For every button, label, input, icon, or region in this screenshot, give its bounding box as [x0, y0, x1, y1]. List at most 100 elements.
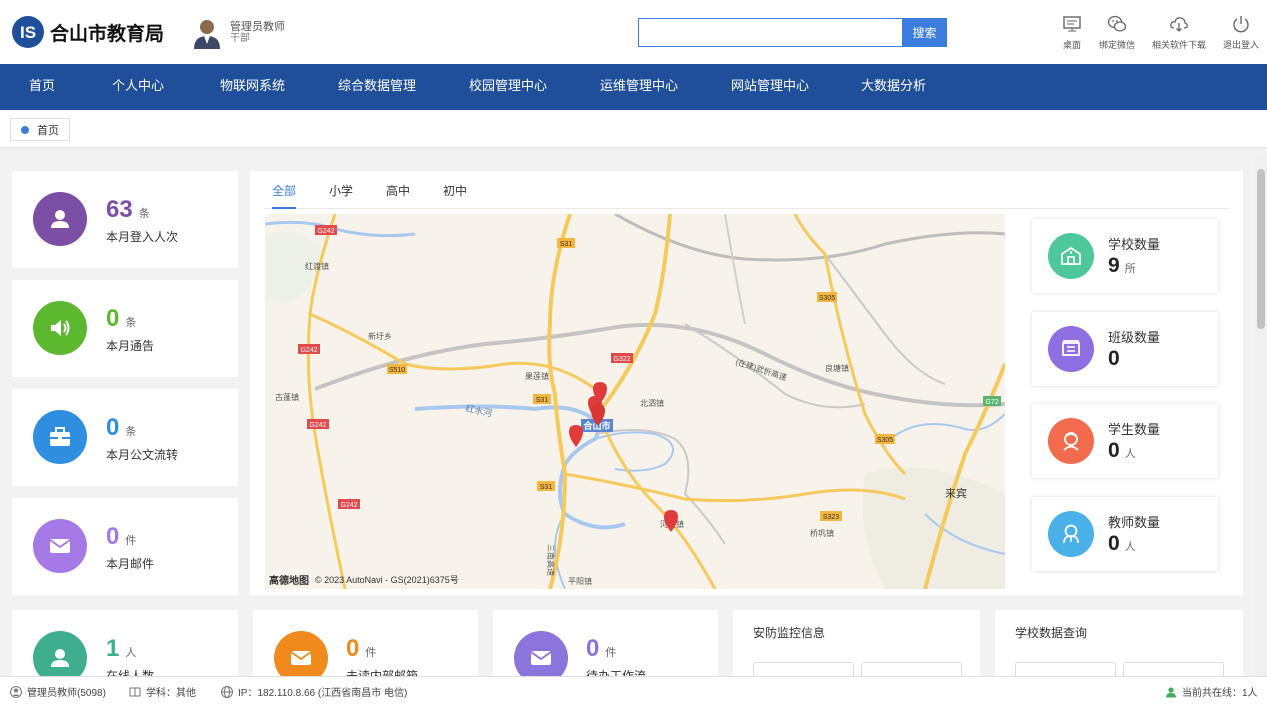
- stat-card-classes[interactable]: 班级数量 0: [1032, 312, 1218, 386]
- stat-unit: 所: [1124, 263, 1136, 275]
- svg-text:G322: G322: [613, 356, 630, 363]
- user-role: 干部: [230, 33, 250, 44]
- dot-icon: [21, 125, 29, 134]
- stat-card-unread-mail[interactable]: 0件 未读内部邮箱: [253, 610, 478, 676]
- map-credit: 高德地图 © 2023 AutoNavi - GS(2021)6375号: [269, 572, 459, 587]
- stat-card-documents[interactable]: 0条 本月公文流转: [12, 389, 238, 486]
- stat-card-mails[interactable]: 0件 本月邮件: [12, 498, 238, 595]
- user-info[interactable]: 管理员教师 干部: [190, 16, 285, 50]
- stat-unit: 件: [125, 535, 137, 547]
- cloud-download-icon: [1170, 17, 1188, 32]
- stat-value: 0: [586, 635, 600, 662]
- wechat-icon: [1107, 15, 1127, 32]
- map-copyright: © 2023 AutoNavi - GS(2021)6375号: [315, 575, 459, 585]
- stat-label: 本月通告: [106, 339, 155, 353]
- svg-text:来宾: 来宾: [945, 486, 967, 500]
- search-input[interactable]: [638, 18, 902, 47]
- school-map-panel: 全部 小学 高中 初中 G242 S31 红渡镇 新圩乡 G242 S510 古…: [250, 171, 1243, 595]
- panel-title: 安防监控信息: [753, 626, 826, 640]
- nav-item-website[interactable]: 网站管理中心: [731, 64, 809, 110]
- svg-text:G242: G242: [300, 347, 317, 354]
- nav-item-home[interactable]: 首页: [29, 64, 55, 110]
- stat-label: 在线人数: [106, 669, 155, 676]
- speaker-icon: [33, 301, 87, 355]
- stat-label: 待办工作流: [586, 669, 647, 676]
- software-download-label: 相关软件下载: [1151, 40, 1206, 50]
- stat-label: 未读内部邮箱: [346, 669, 419, 676]
- stat-label: 本月登入人次: [106, 230, 179, 244]
- stat-card-logins[interactable]: 63 条 本月登入人次: [12, 171, 238, 268]
- stat-label: 教师数量: [1108, 516, 1161, 531]
- school-icon: [1048, 233, 1094, 279]
- nav-item-personal[interactable]: 个人中心: [112, 64, 164, 110]
- stat-label: 班级数量: [1108, 331, 1161, 346]
- mail-icon: [274, 631, 328, 676]
- security-monitor-panel: 安防监控信息: [733, 610, 980, 676]
- nav-item-bigdata[interactable]: 大数据分析: [861, 64, 926, 110]
- nav-item-campus[interactable]: 校园管理中心: [469, 64, 547, 110]
- briefcase-icon: [33, 410, 87, 464]
- header: IS 合山市教育局 管理员教师 干部 搜索 桌面 绑定微信 相关软件下载 退出登…: [0, 0, 1267, 64]
- svg-text:S323: S323: [823, 514, 839, 521]
- desktop-icon: [1063, 16, 1081, 32]
- svg-text:IS: IS: [20, 23, 36, 42]
- bind-wechat-label: 绑定微信: [1098, 40, 1135, 50]
- tab-primary[interactable]: 小学: [329, 179, 353, 209]
- tab-high[interactable]: 高中: [386, 179, 410, 209]
- stat-card-notices[interactable]: 0条 本月通告: [12, 280, 238, 377]
- user-name: 管理员教师: [230, 21, 285, 33]
- stat-card-students[interactable]: 学生数量 0人: [1032, 404, 1218, 478]
- book-icon: [129, 687, 141, 696]
- map-view[interactable]: G242 S31 红渡镇 新圩乡 G242 S510 古蓬镇 G242 红水河 …: [265, 214, 1005, 589]
- logout-button[interactable]: 退出登入: [1223, 14, 1259, 51]
- logo[interactable]: IS 合山市教育局: [10, 14, 164, 50]
- security-select-2[interactable]: [861, 662, 962, 676]
- bind-wechat-button[interactable]: 绑定微信: [1099, 14, 1135, 51]
- svg-text:北泗镇: 北泗镇: [640, 398, 664, 408]
- stat-card-online[interactable]: 1人 在线人数: [12, 610, 238, 676]
- nav-item-data[interactable]: 综合数据管理: [338, 64, 416, 110]
- school-select-2[interactable]: [1123, 662, 1224, 676]
- svg-text:红渡镇: 红渡镇: [305, 261, 329, 271]
- stat-value: 9: [1108, 254, 1120, 277]
- page-scrollbar[interactable]: [1255, 155, 1267, 676]
- footer-subject: 学科：其他: [146, 688, 196, 699]
- svg-text:S31: S31: [536, 397, 549, 404]
- tab-middle[interactable]: 初中: [443, 179, 467, 209]
- stat-card-schools[interactable]: 学校数量 9所: [1032, 219, 1218, 293]
- search-button[interactable]: 搜索: [902, 18, 947, 47]
- class-icon: [1048, 326, 1094, 372]
- stat-value: 0: [106, 523, 120, 550]
- user-icon: [33, 192, 87, 246]
- security-select-1[interactable]: [753, 662, 854, 676]
- mail-icon: [33, 519, 87, 573]
- svg-text:G242: G242: [309, 422, 326, 429]
- nav-item-iot[interactable]: 物联网系统: [220, 64, 285, 110]
- toolbar: 桌面 绑定微信 相关软件下载 退出登入: [1045, 14, 1259, 51]
- school-type-tabs: 全部 小学 高中 初中: [264, 179, 1229, 209]
- breadcrumb-tab-home[interactable]: 首页: [10, 118, 70, 141]
- stat-unit: 人: [1124, 448, 1136, 460]
- school-select-1[interactable]: [1015, 662, 1116, 676]
- svg-text:果莲镇: 果莲镇: [525, 371, 549, 381]
- tab-all[interactable]: 全部: [272, 179, 297, 209]
- power-icon: [1233, 16, 1249, 33]
- nav-item-ops[interactable]: 运维管理中心: [600, 64, 678, 110]
- svg-text:三南高速: 三南高速: [546, 544, 556, 576]
- svg-text:S305: S305: [877, 437, 893, 444]
- footer-ip: IP：182.110.8.66 (江西省南昌市 电信): [238, 688, 408, 699]
- scrollbar-thumb[interactable]: [1257, 169, 1265, 329]
- main-nav: 首页 个人中心 物联网系统 综合数据管理 校园管理中心 运维管理中心 网站管理中…: [0, 64, 1267, 110]
- svg-text:新圩乡: 新圩乡: [368, 331, 392, 341]
- stat-unit: 条: [138, 208, 150, 220]
- stat-card-workflow[interactable]: 0件 待办工作流: [493, 610, 718, 676]
- svg-text:古蓬镇: 古蓬镇: [275, 392, 299, 402]
- panel-title: 学校数据查询: [1015, 626, 1088, 640]
- user-icon: [10, 685, 22, 698]
- logout-label: 退出登入: [1222, 40, 1259, 50]
- stat-label: 学校数量: [1108, 238, 1161, 253]
- desktop-button[interactable]: 桌面: [1062, 14, 1082, 51]
- stat-card-teachers[interactable]: 教师数量 0人: [1032, 497, 1218, 571]
- software-download-button[interactable]: 相关软件下载: [1152, 14, 1206, 51]
- stat-label: 本月邮件: [106, 557, 155, 571]
